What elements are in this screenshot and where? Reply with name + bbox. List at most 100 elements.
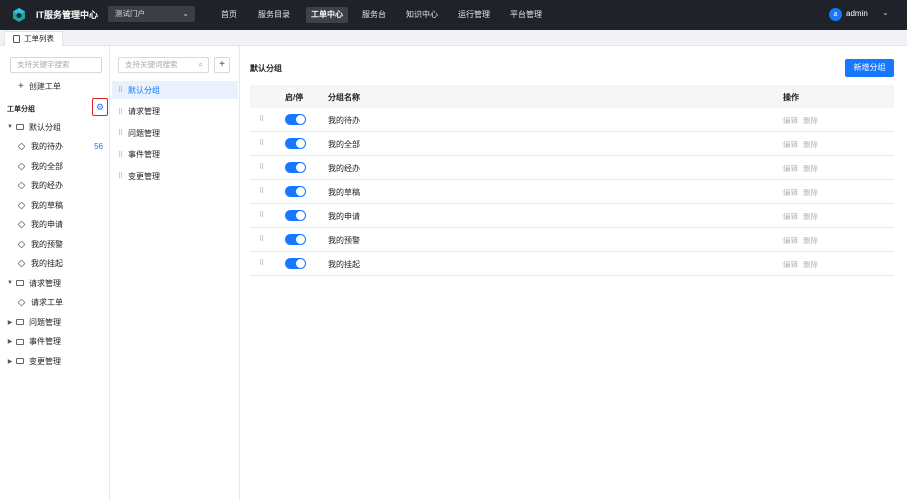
enable-toggle[interactable] — [285, 210, 306, 221]
search-icon: ⌕ — [198, 60, 203, 69]
enable-toggle[interactable] — [285, 234, 306, 245]
drag-handle-icon[interactable]: ⠿ — [259, 163, 269, 171]
caret-right-icon: ▶ — [7, 339, 13, 345]
chevron-down-icon[interactable]: ⌄ — [882, 8, 889, 17]
avatar[interactable]: a — [829, 8, 842, 21]
caret-down-icon: ▼ — [7, 280, 13, 286]
drag-handle-icon[interactable]: ⠿ — [259, 211, 269, 219]
group-list-item[interactable]: ⠿ 变更管理 — [112, 167, 238, 185]
drag-handle-icon[interactable]: ⠿ — [118, 151, 128, 159]
group-search-input[interactable]: 支持关键词搜索 ⌕ — [118, 57, 209, 73]
enable-toggle[interactable] — [285, 114, 306, 125]
nav-platform[interactable]: 平台管理 — [505, 7, 547, 23]
delete-link[interactable]: 删除 — [803, 115, 818, 126]
create-ticket-button[interactable]: + 创建工单 — [18, 81, 61, 92]
tree-item[interactable]: 我的预警 — [0, 236, 110, 252]
drag-handle-icon[interactable]: ⠿ — [259, 115, 269, 123]
delete-link[interactable]: 删除 — [803, 163, 818, 174]
tree-folder[interactable]: ▼ 请求管理 — [0, 275, 110, 291]
tree-folder[interactable]: ▶ 事件管理 — [0, 334, 110, 350]
section-title: 工单分组 — [7, 106, 35, 113]
drag-handle-icon[interactable]: ⠿ — [259, 235, 269, 243]
drag-handle-icon[interactable]: ⠿ — [259, 139, 269, 147]
tree-folder[interactable]: ▶ 问题管理 — [0, 314, 110, 330]
group-list-item[interactable]: ⠿ 事件管理 — [112, 146, 238, 164]
drag-handle-icon[interactable]: ⠿ — [118, 129, 128, 137]
layers-icon — [17, 259, 26, 268]
edit-link[interactable]: 编辑 — [783, 139, 798, 150]
edit-link[interactable]: 编辑 — [783, 211, 798, 222]
app-logo-icon — [13, 8, 25, 22]
enable-toggle[interactable] — [285, 258, 306, 269]
drag-handle-icon[interactable]: ⠿ — [259, 259, 269, 267]
group-list-item[interactable]: ⠿ 默认分组 — [112, 81, 238, 99]
group-list-item[interactable]: ⠿ 问题管理 — [112, 124, 238, 142]
folder-icon — [16, 338, 24, 345]
drag-handle-icon[interactable]: ⠿ — [118, 108, 128, 116]
group-list-label: 问题管理 — [128, 128, 160, 138]
enable-toggle[interactable] — [285, 138, 306, 149]
edit-link[interactable]: 编辑 — [783, 259, 798, 270]
layers-icon — [17, 162, 26, 170]
delete-link[interactable]: 删除 — [803, 139, 818, 150]
layers-icon — [17, 201, 26, 209]
delete-link[interactable]: 删除 — [803, 259, 818, 270]
edit-link[interactable]: 编辑 — [783, 235, 798, 246]
table-row: ⠿ 我的全部 编辑 删除 — [250, 132, 894, 156]
delete-link[interactable]: 删除 — [803, 235, 818, 246]
delete-link[interactable]: 删除 — [803, 211, 818, 222]
nav-service-desk[interactable]: 服务台 — [357, 7, 391, 23]
chevron-down-icon: ⌄ — [182, 9, 189, 18]
group-name: 我的预警 — [328, 236, 360, 245]
tree-item[interactable]: 我的经办 — [0, 178, 110, 194]
portal-select[interactable]: 测试门户 ⌄ — [108, 6, 195, 22]
tab-bar: 工单列表 — [0, 30, 907, 46]
table-row: ⠿ 我的草稿 编辑 删除 — [250, 180, 894, 204]
tree-item-label: 请求工单 — [31, 298, 63, 307]
caret-right-icon: ▶ — [7, 358, 13, 365]
nav-operations[interactable]: 运行管理 — [453, 7, 495, 23]
tab-label: 工单列表 — [24, 34, 54, 43]
edit-link[interactable]: 编辑 — [783, 163, 798, 174]
group-list-item[interactable]: ⠿ 请求管理 — [112, 103, 238, 121]
drag-handle-icon[interactable]: ⠿ — [118, 86, 128, 94]
tree-folder[interactable]: ▶ 变更管理 — [0, 353, 110, 369]
tree-item[interactable]: 我的草稿 — [0, 197, 110, 213]
gear-icon: ⚙ — [95, 101, 105, 112]
edit-link[interactable]: 编辑 — [783, 115, 798, 126]
table-row: ⠿ 我的待办 编辑 删除 — [250, 108, 894, 132]
nav-knowledge-center[interactable]: 知识中心 — [401, 7, 443, 23]
nav-ticket-center[interactable]: 工单中心 — [306, 7, 348, 23]
layers-icon — [17, 298, 26, 307]
group-name: 我的挂起 — [328, 260, 360, 269]
tree-folder-label: 变更管理 — [29, 356, 61, 366]
tree-item-label: 我的全部 — [31, 161, 63, 171]
tree-item[interactable]: 我的挂起 — [0, 256, 110, 272]
layers-icon — [17, 181, 26, 190]
create-ticket-label: 创建工单 — [28, 82, 61, 91]
group-settings-button[interactable]: ⚙ — [92, 98, 108, 116]
delete-link[interactable]: 删除 — [803, 187, 818, 198]
username[interactable]: admin — [846, 9, 868, 18]
drag-handle-icon[interactable]: ⠿ — [118, 172, 128, 180]
group-list-label: 变更管理 — [128, 171, 160, 181]
tree-item[interactable]: 我的待办 56 — [0, 139, 110, 155]
tree-item[interactable]: 我的申请 — [0, 217, 110, 233]
document-icon — [13, 35, 20, 43]
enable-toggle[interactable] — [285, 186, 306, 197]
left-search-input[interactable]: 支持关键字搜索 — [10, 57, 102, 73]
tree-item-label: 我的申请 — [31, 220, 63, 229]
layers-icon — [17, 220, 26, 229]
column-header-toggle: 启/停 — [285, 93, 304, 102]
enable-toggle[interactable] — [285, 162, 306, 173]
add-group-primary-button[interactable]: 新增分组 — [845, 59, 894, 77]
nav-home[interactable]: 首页 — [216, 7, 242, 23]
tree-folder[interactable]: ▼ 默认分组 — [0, 119, 110, 135]
nav-service-catalog[interactable]: 服务目录 — [253, 7, 295, 23]
tree-item[interactable]: 请求工单 — [0, 295, 110, 311]
edit-link[interactable]: 编辑 — [783, 187, 798, 198]
drag-handle-icon[interactable]: ⠿ — [259, 187, 269, 195]
tab-ticket-list[interactable]: 工单列表 — [4, 31, 63, 46]
add-group-button[interactable]: + — [214, 57, 230, 73]
tree-item[interactable]: 我的全部 — [0, 158, 110, 174]
